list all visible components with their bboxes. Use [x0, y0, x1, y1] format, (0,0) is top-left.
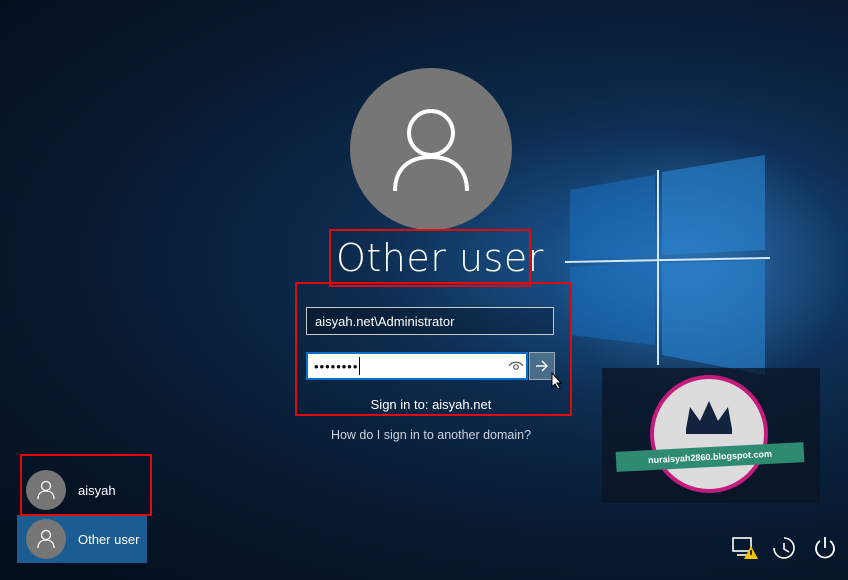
person-icon: [393, 109, 469, 192]
user-tile-other-user[interactable]: Other user: [26, 517, 144, 561]
watermark-seal: [650, 375, 768, 493]
user-avatar-large: [350, 68, 512, 230]
highlight-box-user: [20, 454, 152, 516]
crown-icon: [686, 401, 732, 434]
avatar: [26, 519, 66, 559]
power-icon[interactable]: [811, 534, 839, 562]
user-tile-label: Other user: [78, 531, 140, 547]
highlight-box-title: [329, 229, 531, 287]
windows-logo: [564, 155, 771, 375]
person-icon: [37, 529, 55, 549]
network-warning-icon[interactable]: [731, 534, 759, 562]
ease-of-access-icon[interactable]: [770, 534, 798, 562]
domain-help-link[interactable]: How do I sign in to another domain?: [300, 428, 562, 442]
highlight-box-form: [295, 282, 572, 416]
